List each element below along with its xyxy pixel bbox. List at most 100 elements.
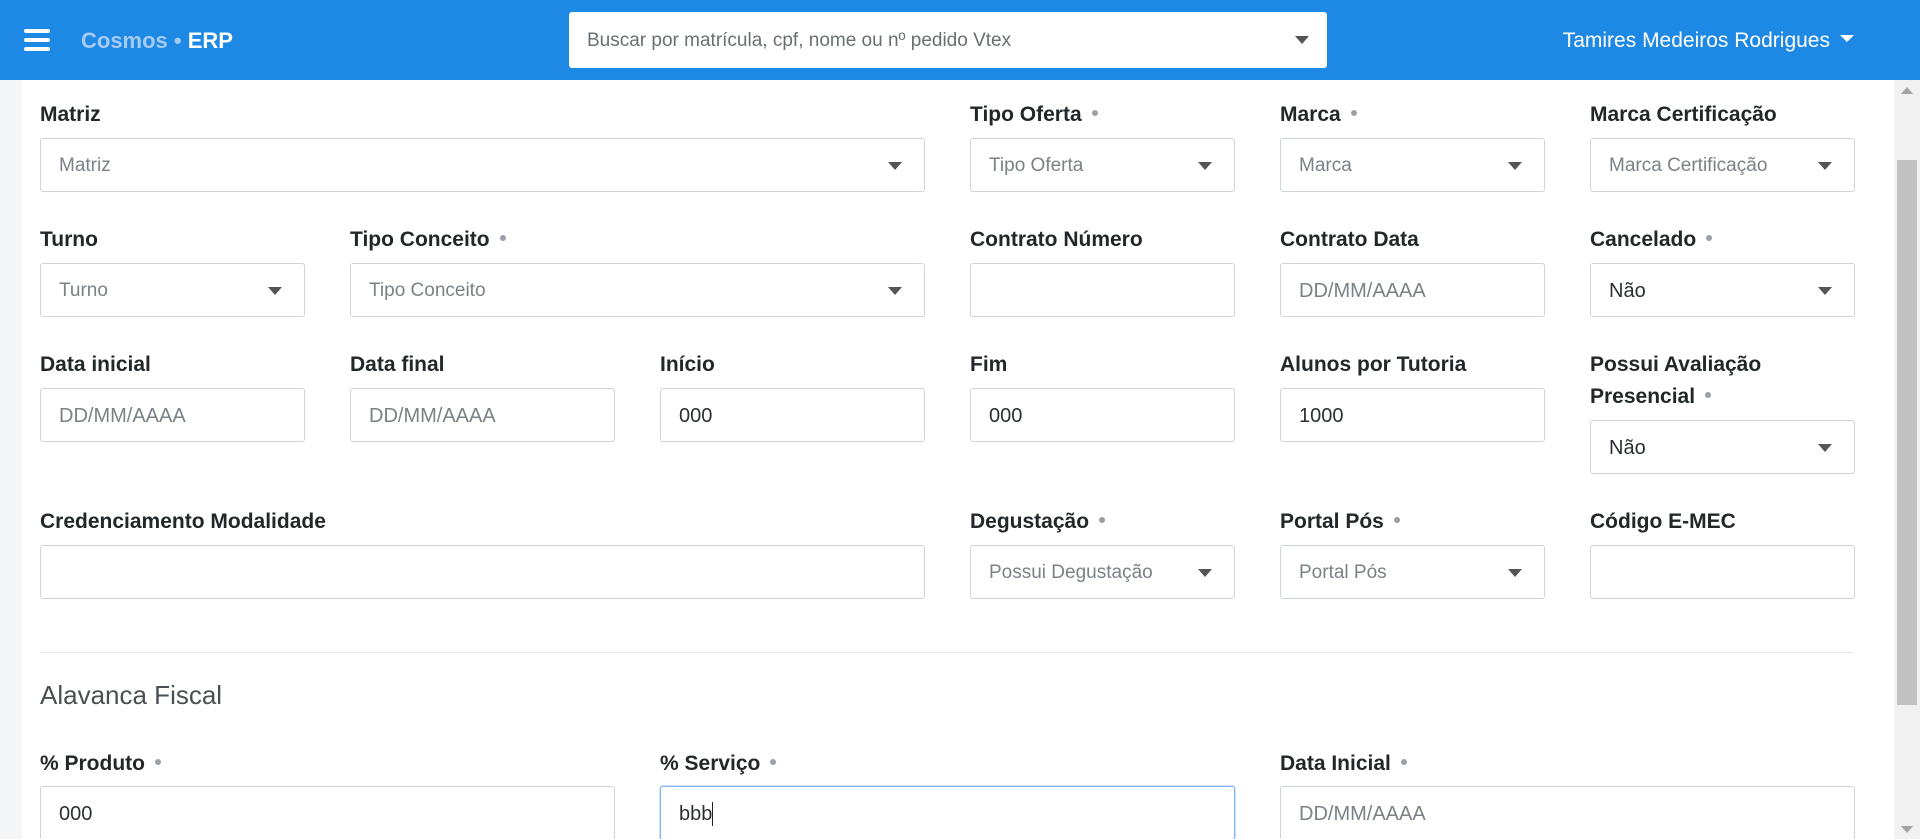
required-dot-icon	[770, 759, 777, 766]
field-label: Marca	[1280, 99, 1545, 131]
brand-name: Cosmos	[81, 28, 168, 53]
field-marca: Marca Marca	[1280, 99, 1545, 192]
select-placeholder: Tipo Conceito	[369, 280, 486, 301]
brand-product: ERP	[187, 28, 233, 53]
codigo-emec-input[interactable]	[1590, 545, 1855, 599]
required-dot-icon	[1400, 759, 1407, 766]
chevron-down-icon	[268, 287, 282, 295]
required-dot-icon	[1350, 110, 1357, 117]
user-menu[interactable]: Tamires Medeiros Rodrigues	[1563, 27, 1854, 55]
field-label: Tipo Conceito	[350, 224, 925, 256]
select-value: Não	[1609, 280, 1646, 302]
degustacao-select[interactable]: Possui Degustação	[970, 545, 1235, 599]
alavanca-data-inicial-input[interactable]: DD/MM/AAAA	[1280, 786, 1855, 839]
required-dot-icon	[1706, 235, 1713, 242]
chevron-down-icon	[1198, 162, 1212, 170]
select-placeholder: Tipo Oferta	[989, 155, 1084, 176]
scroll-down-arrow-icon[interactable]	[1901, 826, 1913, 833]
field-label: Tipo Oferta	[970, 99, 1235, 131]
field-turno: Turno Turno	[40, 224, 305, 317]
field-percent-produto: % Produto 000	[40, 748, 615, 839]
tipo-oferta-select[interactable]: Tipo Oferta	[970, 138, 1235, 192]
field-label: Turno	[40, 228, 98, 251]
field-label: Portal Pós	[1280, 506, 1545, 538]
chevron-down-icon	[1818, 287, 1832, 295]
field-label: Fim	[970, 353, 1008, 376]
contrato-data-input[interactable]: DD/MM/AAAA	[1280, 263, 1545, 317]
field-label: Início	[660, 353, 715, 376]
hamburger-menu-icon[interactable]	[24, 29, 50, 51]
field-tipo-conceito: Tipo Conceito Tipo Conceito	[350, 224, 925, 317]
scrollbar-thumb[interactable]	[1897, 160, 1917, 705]
input-placeholder: DD/MM/AAAA	[1299, 280, 1426, 302]
field-label: Alunos por Tutoria	[1280, 353, 1467, 376]
credenciamento-modalidade-input[interactable]	[40, 545, 925, 599]
input-placeholder: DD/MM/AAAA	[369, 405, 496, 427]
field-label: % Produto	[40, 748, 615, 780]
chevron-down-icon[interactable]	[1295, 36, 1309, 44]
required-dot-icon	[1091, 110, 1098, 117]
field-label: Data final	[350, 353, 445, 376]
field-label: % Serviço	[660, 748, 1235, 780]
required-dot-icon	[1393, 517, 1400, 524]
tipo-conceito-select[interactable]: Tipo Conceito	[350, 263, 925, 317]
scroll-up-arrow-icon[interactable]	[1901, 87, 1913, 94]
field-contrato-numero: Contrato Número	[970, 224, 1235, 317]
global-search-select[interactable]: Buscar por matrícula, cpf, nome ou nº pe…	[569, 12, 1327, 68]
field-matriz: Matriz Matriz	[40, 99, 925, 192]
chevron-down-icon	[1508, 569, 1522, 577]
app-brand[interactable]: Cosmos • ERP	[81, 27, 233, 55]
field-label: Possui Avaliação Presencial	[1590, 353, 1762, 408]
field-label: Cancelado	[1590, 224, 1855, 256]
percent-produto-input[interactable]: 000	[40, 786, 615, 839]
input-placeholder: DD/MM/AAAA	[1299, 803, 1426, 825]
contrato-numero-input[interactable]	[970, 263, 1235, 317]
section-title-alavanca-fiscal: Alavanca Fiscal	[40, 680, 223, 710]
section-divider	[40, 652, 1854, 653]
input-value: 000	[59, 803, 93, 825]
user-name: Tamires Medeiros Rodrigues	[1562, 29, 1830, 52]
field-alunos-por-tutoria: Alunos por Tutoria 1000	[1280, 349, 1545, 442]
field-label: Degustação	[970, 506, 1235, 538]
possui-avaliacao-presencial-select[interactable]: Não	[1590, 420, 1855, 474]
field-codigo-emec: Código E-MEC	[1590, 506, 1855, 599]
cancelado-select[interactable]: Não	[1590, 263, 1855, 317]
marca-certificacao-select[interactable]: Marca Certificação	[1590, 138, 1855, 192]
data-final-input[interactable]: DD/MM/AAAA	[350, 388, 615, 442]
field-inicio: Início 000	[660, 349, 925, 442]
field-percent-servico: % Serviço bbb	[660, 748, 1235, 839]
marca-select[interactable]: Marca	[1280, 138, 1545, 192]
chevron-down-icon	[1508, 162, 1522, 170]
field-alavanca-data-inicial: Data Inicial DD/MM/AAAA	[1280, 748, 1855, 839]
field-cancelado: Cancelado Não	[1590, 224, 1855, 317]
field-fim: Fim 000	[970, 349, 1235, 442]
required-dot-icon	[1705, 392, 1712, 399]
input-value: bbb	[679, 802, 714, 826]
input-value: 000	[989, 405, 1023, 427]
field-possui-avaliacao-presencial: Possui Avaliação Presencial Não	[1590, 349, 1855, 474]
matriz-select[interactable]: Matriz	[40, 138, 925, 192]
inicio-input[interactable]: 000	[660, 388, 925, 442]
required-dot-icon	[1099, 517, 1106, 524]
percent-servico-input[interactable]: bbb	[660, 786, 1235, 839]
field-tipo-oferta: Tipo Oferta Tipo Oferta	[970, 99, 1235, 192]
alunos-por-tutoria-input[interactable]: 1000	[1280, 388, 1545, 442]
fim-input[interactable]: 000	[970, 388, 1235, 442]
field-label: Código E-MEC	[1590, 510, 1736, 533]
field-degustacao: Degustação Possui Degustação	[970, 506, 1235, 599]
field-label: Contrato Número	[970, 228, 1143, 251]
input-value: 000	[679, 405, 713, 427]
select-placeholder: Portal Pós	[1299, 562, 1387, 583]
turno-select[interactable]: Turno	[40, 263, 305, 317]
data-inicial-input[interactable]: DD/MM/AAAA	[40, 388, 305, 442]
top-navbar: Cosmos • ERP Buscar por matrícula, cpf, …	[0, 0, 1920, 80]
portal-pos-select[interactable]: Portal Pós	[1280, 545, 1545, 599]
field-label: Matriz	[40, 103, 101, 126]
field-data-inicial: Data inicial DD/MM/AAAA	[40, 349, 305, 442]
required-dot-icon	[499, 235, 506, 242]
select-placeholder: Marca	[1299, 155, 1352, 176]
field-label: Credenciamento Modalidade	[40, 510, 326, 533]
select-placeholder: Possui Degustação	[989, 562, 1153, 583]
chevron-down-icon	[888, 162, 902, 170]
field-marca-certificacao: Marca Certificação Marca Certificação	[1590, 99, 1855, 192]
